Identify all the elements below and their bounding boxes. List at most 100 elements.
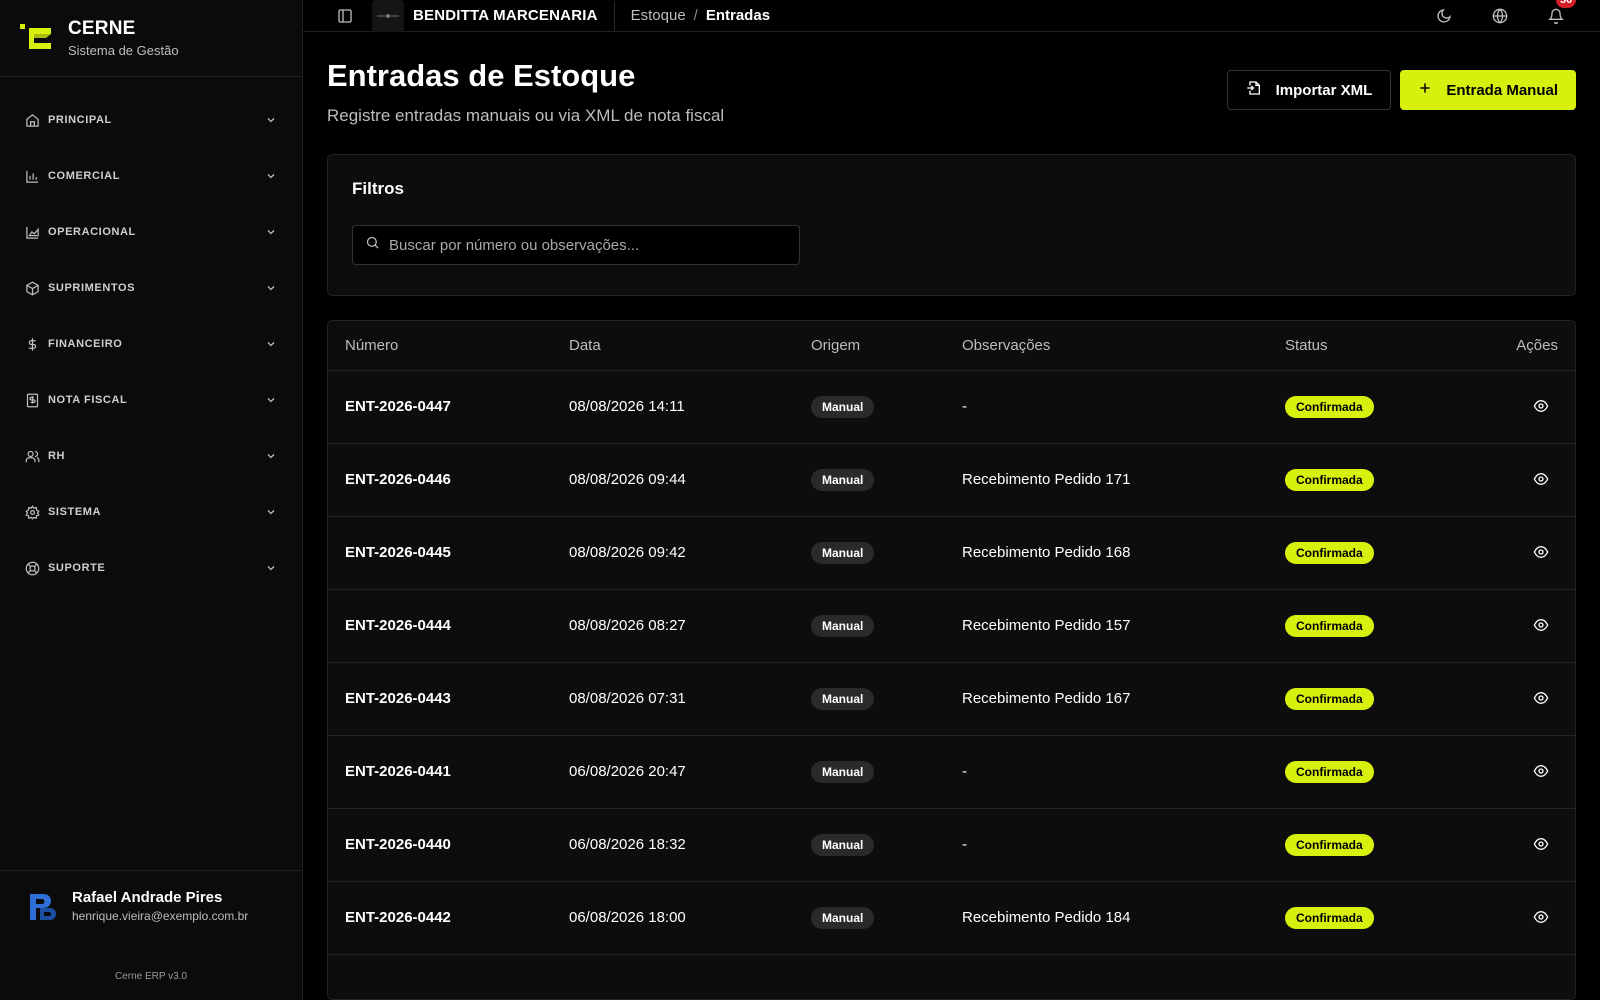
manual-entry-button[interactable]: Entrada Manual: [1400, 70, 1576, 110]
app-root: CERNE Sistema de Gestão PRINCIPAL COMERC…: [0, 0, 1600, 1000]
moon-icon[interactable]: [1432, 4, 1456, 28]
filters-card: Filtros: [327, 154, 1576, 296]
cell-origem: Manual: [794, 443, 945, 516]
status-badge: Confirmada: [1285, 760, 1374, 783]
globe-icon[interactable]: [1488, 4, 1512, 28]
chevron-down-icon: [264, 561, 278, 575]
eye-icon[interactable]: [1531, 688, 1551, 708]
app-version: Cerne ERP v3.0: [114, 971, 188, 982]
sidebar-item-label: SUPRIMENTOS: [48, 282, 136, 294]
sidebar-toggle-icon[interactable]: [333, 4, 357, 28]
eye-icon[interactable]: [1531, 834, 1551, 854]
col-origem[interactable]: Origem: [794, 321, 945, 370]
table-header-row: Número Data Origem Observações Status Aç…: [328, 321, 1575, 370]
cell-numero: ENT-2026-0443: [345, 690, 451, 707]
cell-observacoes: Recebimento Pedido 171: [962, 471, 1131, 488]
import-xml-button[interactable]: Importar XML: [1226, 70, 1392, 110]
eye-icon[interactable]: [1531, 907, 1551, 927]
plus-icon: [1418, 81, 1432, 99]
table-row[interactable]: ENT-2026-0440 06/08/2026 18:32 Manual - …: [328, 808, 1575, 881]
home-icon: [24, 112, 40, 128]
chevron-down-icon: [264, 449, 278, 463]
cell-acoes: [1447, 735, 1575, 808]
cell-status: Confirmada: [1268, 808, 1447, 881]
table-row[interactable]: ENT-2026-0447 08/08/2026 14:11 Manual - …: [328, 370, 1575, 443]
eye-icon[interactable]: [1531, 615, 1551, 635]
company-selector[interactable]: BENDITTA MARCENARIA: [372, 0, 615, 32]
topbar-actions: 50: [1432, 0, 1577, 28]
status-badge: Confirmada: [1285, 541, 1374, 564]
page-subtitle: Registre entradas manuais ou via XML de …: [327, 106, 725, 125]
col-status[interactable]: Status: [1268, 321, 1447, 370]
sidebar-item-sistema[interactable]: SISTEMA: [0, 484, 302, 540]
bell-icon[interactable]: 50: [1544, 0, 1577, 28]
filters-title: Filtros: [352, 179, 404, 198]
eye-icon[interactable]: [1531, 469, 1551, 489]
page-header: Entradas de Estoque Registre entradas ma…: [327, 56, 1576, 126]
table-row[interactable]: ENT-2026-0444 08/08/2026 08:27 Manual Re…: [328, 589, 1575, 662]
status-badge: Confirmada: [1285, 906, 1374, 929]
sidebar-item-financeiro[interactable]: FINANCEIRO: [0, 316, 302, 372]
breadcrumb-estoque[interactable]: Estoque: [631, 7, 686, 24]
origin-badge: Manual: [811, 833, 875, 856]
sidebar-item-suporte[interactable]: SUPORTE: [0, 540, 302, 596]
manual-entry-label: Entrada Manual: [1446, 81, 1558, 99]
gear-icon: [24, 504, 40, 520]
origin-badge: Manual: [811, 541, 875, 564]
sidebar-item-label: PRINCIPAL: [48, 114, 112, 126]
cell-observacoes: Recebimento Pedido 168: [962, 544, 1131, 561]
table-row[interactable]: ENT-2026-0443 08/08/2026 07:31 Manual Re…: [328, 662, 1575, 735]
eye-icon[interactable]: [1531, 396, 1551, 416]
cell-origem: Manual: [794, 662, 945, 735]
table-row[interactable]: ENT-2026-0445 08/08/2026 09:42 Manual Re…: [328, 516, 1575, 589]
cell-acoes: [1447, 589, 1575, 662]
sidebar-item-comercial[interactable]: COMERCIAL: [0, 148, 302, 204]
origin-badge: Manual: [811, 395, 875, 418]
table-row[interactable]: ENT-2026-0446 08/08/2026 09:44 Manual Re…: [328, 443, 1575, 516]
sidebar-item-label: SISTEMA: [48, 506, 102, 518]
chevron-down-icon: [264, 337, 278, 351]
search-box: [352, 225, 800, 265]
cell-data: 08/08/2026 07:31: [569, 690, 686, 707]
user-profile[interactable]: Rafael Andrade Pires henrique.vieira@exe…: [0, 870, 302, 940]
chevron-down-icon: [264, 505, 278, 519]
cell-observacoes: -: [962, 763, 967, 780]
table-row[interactable]: ENT-2026-0442 06/08/2026 18:00 Manual Re…: [328, 881, 1575, 954]
status-badge: Confirmada: [1285, 833, 1374, 856]
sidebar-item-label: SUPORTE: [48, 562, 106, 574]
brand-subtitle: Sistema de Gestão: [68, 43, 179, 58]
brand[interactable]: CERNE Sistema de Gestão: [0, 0, 302, 77]
cerne-logo-icon: [20, 22, 53, 55]
cell-observacoes: -: [962, 398, 967, 415]
chevron-down-icon: [264, 113, 278, 127]
table-row[interactable]: ENT-2026-0441 06/08/2026 20:47 Manual - …: [328, 735, 1575, 808]
cell-data: 06/08/2026 18:32: [569, 836, 686, 853]
col-observacoes[interactable]: Observações: [945, 321, 1268, 370]
sidebar-nav: PRINCIPAL COMERCIAL OPERACIONAL SUPRIMEN…: [0, 77, 302, 1000]
eye-icon[interactable]: [1531, 761, 1551, 781]
cell-numero: ENT-2026-0444: [345, 617, 451, 634]
cell-data: 08/08/2026 08:27: [569, 617, 686, 634]
sidebar-item-rh[interactable]: RH: [0, 428, 302, 484]
sidebar-item-operacional[interactable]: OPERACIONAL: [0, 204, 302, 260]
cell-acoes: [1447, 516, 1575, 589]
sidebar-item-label: RH: [48, 450, 66, 462]
cell-acoes: [1447, 662, 1575, 735]
cell-observacoes: Recebimento Pedido 184: [962, 909, 1131, 926]
search-input[interactable]: [389, 236, 799, 254]
col-numero[interactable]: Número: [328, 321, 552, 370]
company-logo-icon: [372, 0, 404, 32]
cell-observacoes: Recebimento Pedido 167: [962, 690, 1131, 707]
cell-numero: ENT-2026-0447: [345, 398, 451, 415]
origin-badge: Manual: [811, 760, 875, 783]
origin-badge: Manual: [811, 687, 875, 710]
user-email: henrique.vieira@exemplo.com.br: [72, 908, 249, 923]
sidebar-item-suprimentos[interactable]: SUPRIMENTOS: [0, 260, 302, 316]
cell-data: 06/08/2026 20:47: [569, 763, 686, 780]
sidebar-item-principal[interactable]: PRINCIPAL: [0, 92, 302, 148]
cell-data: 06/08/2026 18:00: [569, 909, 686, 926]
col-data[interactable]: Data: [552, 321, 794, 370]
eye-icon[interactable]: [1531, 542, 1551, 562]
cell-observacoes: Recebimento Pedido 157: [962, 617, 1131, 634]
sidebar-item-nota-fiscal[interactable]: NOTA FISCAL: [0, 372, 302, 428]
